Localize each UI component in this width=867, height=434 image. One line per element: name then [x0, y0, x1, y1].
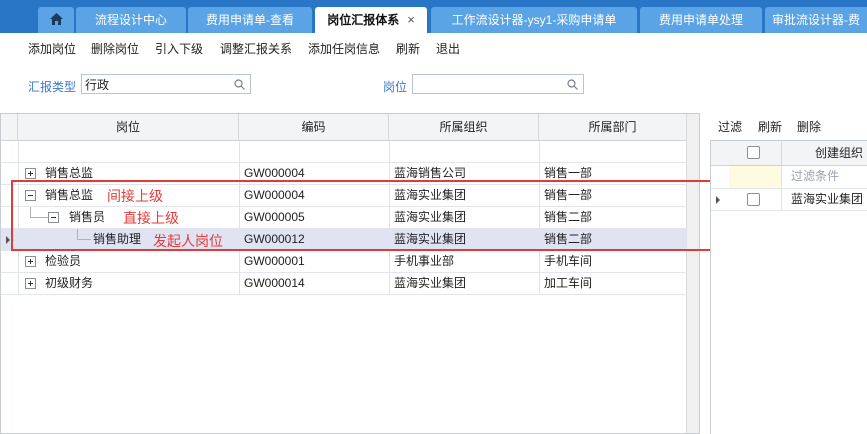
search-icon[interactable]	[234, 79, 245, 90]
tab-label: 费用申请单处理	[658, 13, 743, 27]
column-header-create-org[interactable]: 创建组织	[815, 143, 863, 164]
filter-condition-input[interactable]: 过滤条件	[791, 166, 839, 187]
position-field[interactable]	[412, 74, 584, 94]
tab-workflow-designer[interactable]: 工作流设计器-ysy1-采购申请单	[431, 7, 637, 33]
vertical-scrollbar[interactable]	[686, 114, 699, 433]
position-grid: 岗位 编码 所属组织 所属部门 销售总监 GW000004 蓝海销售公司 销售一…	[0, 113, 700, 434]
row-checkbox[interactable]	[747, 193, 760, 206]
annotation-initiator-position: 发起人岗位	[153, 233, 223, 249]
tab-position-report[interactable]: 岗位汇报体系 ×	[315, 7, 427, 33]
tab-label: 流程设计中心	[94, 13, 167, 27]
filter-checkbox-cell	[729, 166, 781, 188]
table-row[interactable]: 初级财务 GW000014 蓝海实业集团 加工车间	[1, 273, 687, 295]
select-all-checkbox[interactable]	[747, 146, 760, 159]
tab-bar: 流程设计中心 费用申请单-查看 岗位汇报体系 × 工作流设计器-ysy1-采购申请…	[0, 0, 867, 33]
annotation-indirect-superior: 间接上级	[107, 188, 163, 204]
cell-dept: 手机车间	[544, 254, 593, 268]
report-type-field[interactable]	[81, 74, 251, 94]
position-label: 岗位	[383, 80, 408, 94]
cell-org: 蓝海实业集团	[394, 276, 467, 290]
toolbar: 添加岗位 删除岗位 引入下级 调整汇报关系 添加任岗信息 刷新 退出	[0, 33, 867, 60]
column-divider	[781, 141, 782, 166]
expand-icon[interactable]	[25, 278, 36, 289]
position-input[interactable]	[416, 76, 561, 92]
right-grid: 创建组织 过滤条件 蓝海实业集团	[710, 140, 867, 434]
column-header-org[interactable]: 所属组织	[389, 114, 539, 140]
home-icon	[49, 13, 63, 25]
report-type-input[interactable]	[85, 76, 230, 92]
tab-label: 工作流设计器-ysy1-采购申请单	[451, 13, 617, 27]
cell-position: 初级财务	[45, 276, 94, 290]
filter-row[interactable]: 过滤条件	[711, 166, 867, 189]
table-row[interactable]: 检验员 GW000001 手机事业部 手机车间	[1, 251, 687, 273]
filter-button[interactable]: 过滤	[718, 118, 742, 135]
table-row[interactable]: 蓝海实业集团	[711, 189, 867, 211]
table-row[interactable]	[1, 141, 687, 163]
close-icon[interactable]: ×	[407, 7, 415, 33]
import-subordinate-button[interactable]: 引入下级	[155, 40, 203, 57]
tab-home[interactable]	[38, 7, 74, 33]
search-icon[interactable]	[567, 79, 578, 90]
tab-approval-designer[interactable]: 审批流设计器-费	[765, 7, 867, 33]
row-header-spacer	[1, 114, 18, 140]
refresh-button[interactable]: 刷新	[396, 40, 420, 57]
column-divider	[781, 166, 782, 188]
exit-button[interactable]: 退出	[436, 40, 460, 57]
tab-expense-process[interactable]: 费用申请单处理	[640, 7, 762, 33]
expand-icon[interactable]	[25, 168, 36, 179]
tab-expense-view[interactable]: 费用申请单-查看	[188, 7, 312, 33]
cell-org: 手机事业部	[394, 254, 455, 268]
cell-code: GW000001	[244, 254, 305, 268]
current-row-icon	[716, 196, 720, 204]
cell-create-org: 蓝海实业集团	[791, 192, 864, 206]
tab-label: 审批流设计器-费	[772, 13, 860, 27]
report-type-label: 汇报类型	[28, 80, 77, 94]
add-position-button[interactable]: 添加岗位	[28, 40, 76, 57]
add-post-info-button[interactable]: 添加任岗信息	[308, 40, 380, 57]
annotation-direct-superior: 直接上级	[123, 210, 179, 226]
column-divider	[781, 189, 782, 210]
current-row-icon	[6, 236, 10, 244]
right-grid-header: 创建组织	[711, 141, 867, 166]
cell-code: GW000014	[244, 276, 305, 290]
grid-header: 岗位 编码 所属组织 所属部门	[1, 114, 687, 141]
adjust-report-relation-button[interactable]: 调整汇报关系	[220, 40, 292, 57]
cell-position: 检验员	[45, 254, 82, 268]
tab-label: 岗位汇报体系	[327, 13, 400, 27]
right-refresh-button[interactable]: 刷新	[758, 118, 782, 135]
cell-dept: 加工车间	[544, 276, 593, 290]
expand-icon[interactable]	[25, 256, 36, 267]
column-header-position[interactable]: 岗位	[18, 114, 239, 140]
right-delete-button[interactable]: 删除	[797, 118, 821, 135]
tab-process-design-center[interactable]: 流程设计中心	[76, 7, 186, 33]
column-header-code[interactable]: 编码	[239, 114, 389, 140]
column-header-dept[interactable]: 所属部门	[539, 114, 687, 140]
delete-position-button[interactable]: 删除岗位	[91, 40, 139, 57]
tab-label: 费用申请单-查看	[206, 13, 294, 27]
